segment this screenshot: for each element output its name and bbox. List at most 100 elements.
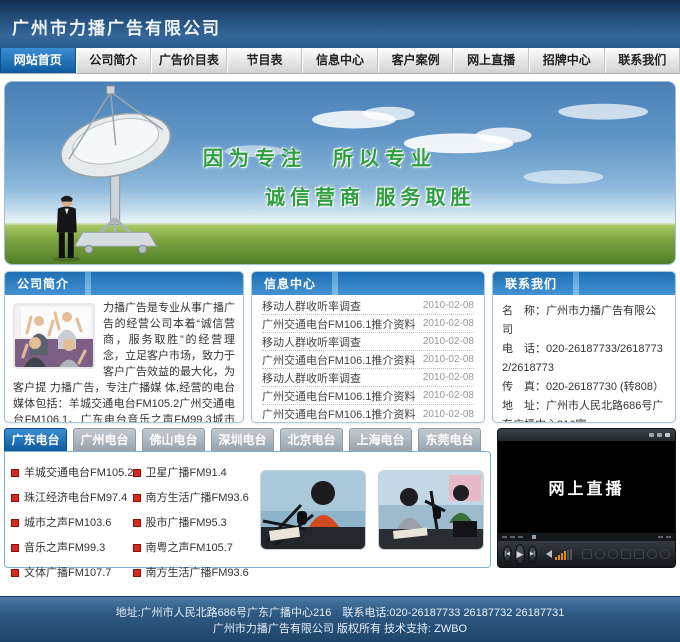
- contact-body: 名 称：广州市力播广告有限公司 电 话：020-26187733/2618773…: [493, 295, 675, 423]
- man-illustration: [53, 196, 81, 262]
- station-tab-content: 羊城交通电台FM105.2 珠江经济电台FM97.4 城市之声FM103.6 音…: [4, 451, 491, 568]
- station-link[interactable]: 南方生活广播FM93.6: [133, 564, 255, 580]
- volume-bar[interactable]: [564, 551, 566, 560]
- news-date: 2010-02-08: [423, 409, 474, 420]
- tab-foshan[interactable]: 佛山电台: [142, 428, 205, 451]
- company-intro-header: 公司简介: [5, 272, 243, 295]
- news-link[interactable]: 广州交通电台FM106.1推介资料: [262, 406, 415, 422]
- nav-item-home[interactable]: 网站首页: [0, 48, 76, 73]
- header-notch: [85, 272, 91, 295]
- seek-tick: [510, 536, 515, 538]
- news-row[interactable]: 广州交通电台FM106.1推介资料 2010-02-08: [262, 315, 474, 333]
- player-option-button[interactable]: [595, 549, 605, 559]
- company-intro-title: 公司简介: [5, 275, 69, 292]
- seek-tick: [502, 536, 507, 538]
- news-row[interactable]: 移动人群收听率调查 2010-02-08: [262, 333, 474, 351]
- station-link[interactable]: 城市之声FM103.6: [11, 514, 133, 530]
- close-icon[interactable]: [665, 433, 670, 437]
- tab-shanghai[interactable]: 上海电台: [349, 428, 412, 451]
- minimize-icon[interactable]: [649, 433, 654, 437]
- news-link[interactable]: 广州交通电台FM106.1推介资料: [262, 388, 415, 404]
- station-link[interactable]: 股市广播FM95.3: [133, 514, 255, 530]
- contact-fax: 传 真：020-26187730 (转808）: [502, 378, 666, 397]
- nav-item-contact[interactable]: 联系我们: [605, 48, 680, 73]
- volume-bar[interactable]: [555, 557, 557, 560]
- volume-bar[interactable]: [558, 555, 560, 560]
- news-row[interactable]: 广州交通电台FM106.1推介资料 2010-02-08: [262, 387, 474, 405]
- contact-address: 地 址：广州市人民北路686号广东广播中心216室: [502, 397, 666, 423]
- contact-title: 联系我们: [493, 275, 557, 292]
- station-link[interactable]: 羊城交通电台FM105.2: [11, 464, 133, 480]
- tab-dongguan[interactable]: 东莞电台: [418, 428, 481, 451]
- nav-item-info-center[interactable]: 信息中心: [302, 48, 378, 73]
- studio-photo-2: [378, 470, 484, 550]
- contact-name: 名 称：广州市力播广告有限公司: [502, 302, 666, 340]
- player-option-button[interactable]: [634, 549, 644, 559]
- bullet-icon: [133, 469, 141, 477]
- tab-guangdong[interactable]: 广东电台: [4, 428, 67, 451]
- news-date: 2010-02-08: [423, 336, 474, 347]
- volume-bar[interactable]: [561, 553, 563, 560]
- news-link[interactable]: 移动人群收听率调查: [262, 370, 361, 386]
- slogan-line2: 诚信营商 服务取胜: [265, 181, 476, 210]
- player-option-button[interactable]: [660, 549, 670, 559]
- page-header: 广州市力播广告有限公司: [0, 0, 680, 48]
- news-link[interactable]: 广州交通电台FM106.1推介资料: [262, 352, 415, 368]
- news-row[interactable]: 移动人群收听率调查 2010-02-08: [262, 297, 474, 315]
- station-link[interactable]: 珠江经济电台FM97.4: [11, 489, 133, 505]
- station-link[interactable]: 南方生活广播FM93.6: [133, 489, 255, 505]
- bullet-icon: [11, 469, 19, 477]
- player-option-button[interactable]: [647, 549, 657, 559]
- nav-item-brand-center[interactable]: 招牌中心: [529, 48, 605, 73]
- play-button[interactable]: ▶: [515, 544, 526, 565]
- volume-bar[interactable]: [570, 549, 572, 560]
- station-link[interactable]: 文体广播FM107.7: [11, 564, 133, 580]
- nav-item-live-broadcast[interactable]: 网上直播: [453, 48, 529, 73]
- player-option-button[interactable]: [608, 549, 618, 559]
- page-footer: 地址:广州市人民北路686号广东广播中心216 联系电话:020-2618773…: [0, 596, 680, 642]
- news-list: 移动人群收听率调查 2010-02-08 广州交通电台FM106.1推介资料 2…: [252, 295, 484, 423]
- station-link[interactable]: 音乐之声FM99.3: [11, 539, 133, 555]
- nav-item-ad-prices[interactable]: 广告价目表: [151, 48, 227, 73]
- company-photo: [13, 303, 95, 369]
- news-link[interactable]: 移动人群收听率调查: [262, 298, 361, 314]
- station-link[interactable]: 卫星广播FM91.4: [133, 464, 255, 480]
- speaker-icon[interactable]: [546, 550, 552, 558]
- bullet-icon: [11, 569, 19, 577]
- maximize-icon[interactable]: [657, 433, 662, 437]
- player-option-button[interactable]: [621, 549, 631, 559]
- station-link[interactable]: 南粤之声FM105.7: [133, 539, 255, 555]
- seek-knob[interactable]: [532, 535, 536, 539]
- bullet-icon: [11, 494, 19, 502]
- bullet-icon: [133, 519, 141, 527]
- tab-guangzhou[interactable]: 广州电台: [73, 428, 136, 451]
- info-center-box: 信息中心 移动人群收听率调查 2010-02-08 广州交通电台FM106.1推…: [251, 271, 485, 423]
- company-intro-box: 公司简介 力播广告是专业从事广播广告的经营公司本着: [4, 271, 244, 423]
- news-link[interactable]: 移动人群收听率调查: [262, 334, 361, 350]
- company-paragraph-2: 力播广告，专注广播媒 体,经营的电台媒体包括：羊城交通电台FM105.2广州交通…: [13, 382, 235, 423]
- station-list: 羊城交通电台FM105.2 珠江经济电台FM97.4 城市之声FM103.6 音…: [11, 456, 254, 589]
- previous-button[interactable]: |◀: [503, 546, 512, 562]
- news-row[interactable]: 广州交通电台FM106.1推介资料 2010-02-08: [262, 405, 474, 423]
- bullet-icon: [133, 569, 141, 577]
- footer-address-line: 地址:广州市人民北路686号广东广播中心216 联系电话:020-2618773…: [0, 605, 680, 621]
- stations-panel: 广东电台 广州电台 佛山电台 深圳电台 北京电台 上海电台 东莞电台 羊城交通电…: [4, 428, 491, 568]
- tab-beijing[interactable]: 北京电台: [280, 428, 343, 451]
- bullet-icon: [133, 544, 141, 552]
- news-row[interactable]: 广州交通电台FM106.1推介资料 2010-02-08: [262, 351, 474, 369]
- volume-bar[interactable]: [567, 550, 569, 560]
- slogan-line1: 因为专注 所以专业: [203, 142, 476, 171]
- main-nav: 网站首页 公司简介 广告价目表 节目表 信息中心 客户案例 网上直播 招牌中心 …: [0, 48, 680, 74]
- player-option-button[interactable]: [582, 549, 592, 559]
- company-intro-body: 力播广告是专业从事广播广告的经营公司本着“诚信营商，服务取胜”的经营理念，立足客…: [5, 295, 243, 423]
- player-titlebar: [498, 429, 675, 441]
- tab-shenzhen[interactable]: 深圳电台: [211, 428, 274, 451]
- seek-bar[interactable]: [498, 533, 675, 541]
- nav-item-about[interactable]: 公司简介: [76, 48, 152, 73]
- news-row[interactable]: 移动人群收听率调查 2010-02-08: [262, 369, 474, 387]
- next-button[interactable]: ▶|: [528, 546, 537, 562]
- nav-item-program-schedule[interactable]: 节目表: [227, 48, 303, 73]
- news-link[interactable]: 广州交通电台FM106.1推介资料: [262, 316, 415, 332]
- nav-item-client-cases[interactable]: 客户案例: [378, 48, 454, 73]
- player-screen[interactable]: 网上直播: [498, 441, 675, 533]
